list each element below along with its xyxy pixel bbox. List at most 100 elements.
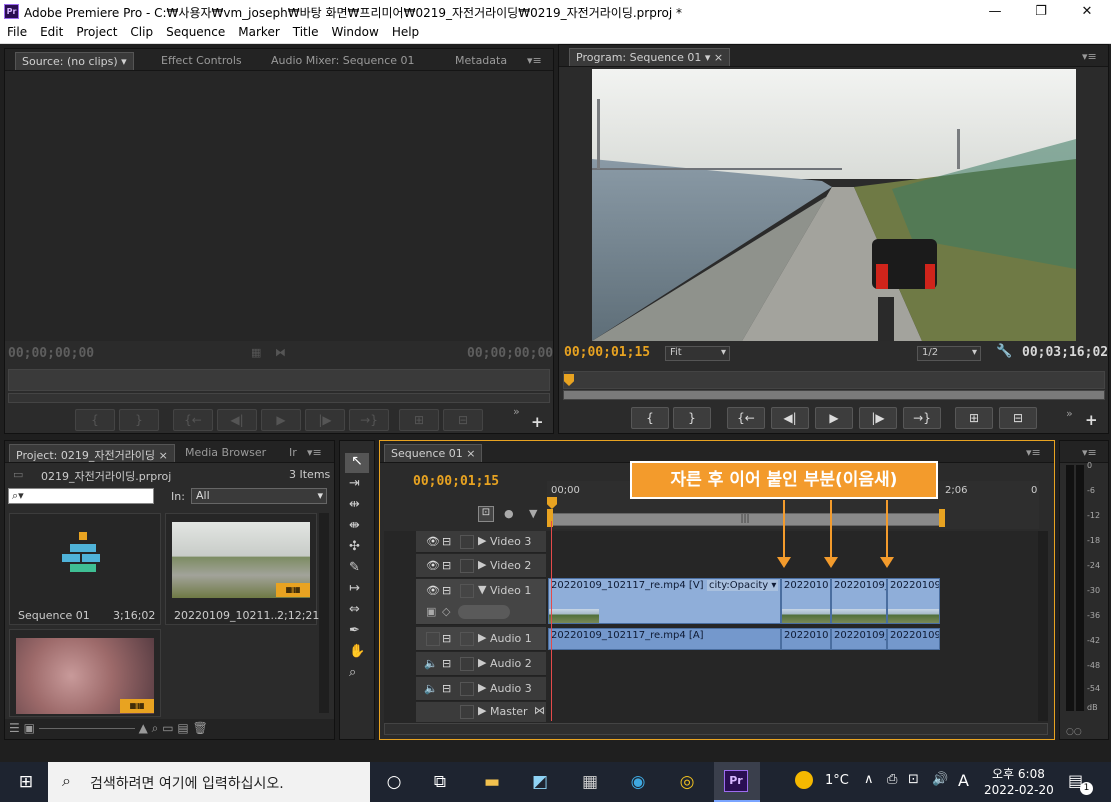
work-area-start-handle[interactable]: [547, 509, 553, 527]
video-clip-segment-4[interactable]: 20220109: [887, 578, 940, 624]
timeline-timecode[interactable]: 00;00;01;15: [413, 474, 499, 489]
eye-icon[interactable]: 👁: [426, 584, 440, 597]
ime-indicator[interactable]: A: [958, 771, 969, 790]
tab-metadata[interactable]: Metadata: [449, 52, 513, 70]
taskbar-search[interactable]: ⌕ 검색하려면 여기에 입력하십시오.: [48, 762, 370, 802]
new-bin-icon[interactable]: ▭: [162, 721, 173, 735]
close-icon[interactable]: ×: [159, 449, 168, 462]
collapse-arrow-icon[interactable]: ▼: [478, 583, 486, 596]
lock-icon[interactable]: ⊟: [442, 535, 451, 548]
play-button[interactable]: ▶: [815, 407, 853, 429]
video-clip-segment-2[interactable]: 2022010: [781, 578, 831, 624]
panel-menu-icon[interactable]: ▾≡: [1076, 48, 1103, 66]
track-header-audio-2[interactable]: 🔈 ⊟ ▶ Audio 2: [416, 652, 546, 676]
track-header-master[interactable]: ▶ Master ⋈: [416, 702, 546, 722]
extract-button[interactable]: ⊟: [999, 407, 1037, 429]
expand-arrow-icon[interactable]: ▶: [478, 631, 486, 644]
zoom-slider[interactable]: [38, 728, 135, 729]
panel-menu-icon[interactable]: ▾≡: [301, 444, 328, 462]
slip-tool-icon[interactable]: ↦: [349, 581, 360, 596]
track-lock-box[interactable]: [460, 559, 474, 573]
expand-arrow-icon[interactable]: ▶: [478, 656, 486, 669]
opacity-selector[interactable]: city:Opacity ▾: [707, 580, 779, 591]
premiere-taskbar-button[interactable]: Pr: [714, 762, 760, 802]
zoom-select[interactable]: Fit ▾: [665, 346, 730, 361]
in-filter-select[interactable]: All ▾: [191, 488, 327, 504]
work-area-bar[interactable]: |||: [547, 513, 943, 526]
menu-title[interactable]: Title: [286, 23, 325, 39]
more-controls-icon[interactable]: »: [1066, 407, 1073, 420]
step-forward-button[interactable]: |▶: [305, 409, 345, 431]
tab-info[interactable]: Ir: [283, 444, 303, 462]
track-lock-box[interactable]: [460, 657, 474, 671]
go-to-in-button[interactable]: {←: [173, 409, 213, 431]
selection-tool-icon[interactable]: ↖: [345, 453, 369, 473]
program-time-ruler[interactable]: [563, 371, 1105, 389]
marker-light-icon[interactable]: ●: [504, 507, 514, 520]
track-header-audio-3[interactable]: 🔈 ⊟ ▶ Audio 3: [416, 677, 546, 701]
tab-effect-controls[interactable]: Effect Controls: [155, 52, 248, 70]
snap-icon[interactable]: ⊡: [478, 506, 494, 522]
audio-clip-segment-4[interactable]: 20220109: [887, 628, 940, 650]
track-header-video-1[interactable]: 👁 ⊟ ▼ Video 1 ▣ ◇: [416, 579, 546, 625]
track-header-video-3[interactable]: 👁 ⊟ ▶ Video 3: [416, 531, 546, 553]
timeline-vertical-scrollbar[interactable]: [1038, 531, 1048, 721]
more-controls-icon[interactable]: »: [513, 405, 520, 418]
project-scrollbar[interactable]: [319, 513, 329, 713]
panel-menu-icon[interactable]: ▾≡: [1076, 444, 1103, 462]
notes-app-icon[interactable]: ◩: [526, 768, 554, 796]
rate-stretch-tool-icon[interactable]: ✣: [349, 539, 360, 554]
tray-chevron-icon[interactable]: ∧: [864, 772, 874, 787]
task-view-icon[interactable]: ⧉: [426, 768, 454, 796]
list-view-icon[interactable]: ☰: [9, 721, 20, 735]
search-input[interactable]: ⌕▾: [8, 488, 154, 504]
trash-icon[interactable]: 🗑: [193, 721, 208, 735]
windows-start-icon[interactable]: ⊞: [12, 768, 40, 796]
lift-button[interactable]: ⊞: [955, 407, 993, 429]
menu-project[interactable]: Project: [69, 23, 123, 39]
lock-icon[interactable]: ⊟: [442, 682, 451, 695]
menu-marker[interactable]: Marker: [231, 23, 285, 39]
panel-menu-icon[interactable]: ▾≡: [1020, 444, 1047, 462]
go-to-out-button[interactable]: →}: [349, 409, 389, 431]
chevron-down-icon[interactable]: ▾: [121, 55, 127, 68]
project-item-clip-2[interactable]: ▦▦: [9, 629, 161, 717]
eye-icon[interactable]: 👁: [426, 559, 440, 572]
insert-button[interactable]: ⊞: [399, 409, 439, 431]
lock-icon[interactable]: ⊟: [442, 632, 451, 645]
chrome-icon[interactable]: ◎: [673, 768, 701, 796]
display-style-icon[interactable]: ▣: [426, 605, 436, 618]
step-back-button[interactable]: ◀|: [217, 409, 257, 431]
solo-icon[interactable]: ○○: [1066, 727, 1082, 737]
lock-icon[interactable]: ⊟: [442, 559, 451, 572]
close-button[interactable]: ✕: [1064, 0, 1110, 23]
playhead-marker[interactable]: [564, 374, 574, 386]
project-item-clip[interactable]: ▦▦ 20220109_10211... 2;12;21: [165, 513, 319, 625]
overwrite-button[interactable]: ⊟: [443, 409, 483, 431]
project-item-sequence[interactable]: Sequence 01 3;16;02: [9, 513, 161, 625]
program-zoom-bar[interactable]: [563, 390, 1105, 400]
maximize-button[interactable]: ❐: [1018, 0, 1064, 23]
edge-icon[interactable]: ◉: [624, 768, 652, 796]
playhead-line[interactable]: [551, 521, 552, 721]
audio-clip-segment-2[interactable]: 2022010: [781, 628, 831, 650]
step-forward-button[interactable]: |▶: [859, 407, 897, 429]
minimize-button[interactable]: —: [972, 0, 1018, 23]
close-icon[interactable]: ×: [714, 51, 723, 64]
audio-clip-segment-3[interactable]: 20220109_: [831, 628, 887, 650]
file-explorer-icon[interactable]: ▬: [478, 768, 506, 796]
menu-clip[interactable]: Clip: [123, 23, 159, 39]
tab-source[interactable]: Source: (no clips) ▾: [15, 52, 134, 70]
zoom-tool-icon[interactable]: ⌕: [349, 665, 356, 680]
automate-icon[interactable]: ▲: [139, 721, 148, 735]
slide-tool-icon[interactable]: ⇔: [349, 602, 360, 617]
expand-arrow-icon[interactable]: ▶: [478, 534, 486, 547]
eye-icon[interactable]: 👁: [426, 535, 440, 548]
panel-menu-icon[interactable]: ▾≡: [521, 52, 548, 70]
ripple-edit-tool-icon[interactable]: ⇹: [349, 497, 360, 512]
lock-icon[interactable]: ⊟: [442, 657, 451, 670]
find-icon[interactable]: ⌕: [152, 721, 159, 735]
lock-icon[interactable]: ⊟: [442, 584, 451, 597]
track-header-audio-1[interactable]: ⊟ ▶ Audio 1: [416, 627, 546, 651]
expand-arrow-icon[interactable]: ▶: [478, 558, 486, 571]
